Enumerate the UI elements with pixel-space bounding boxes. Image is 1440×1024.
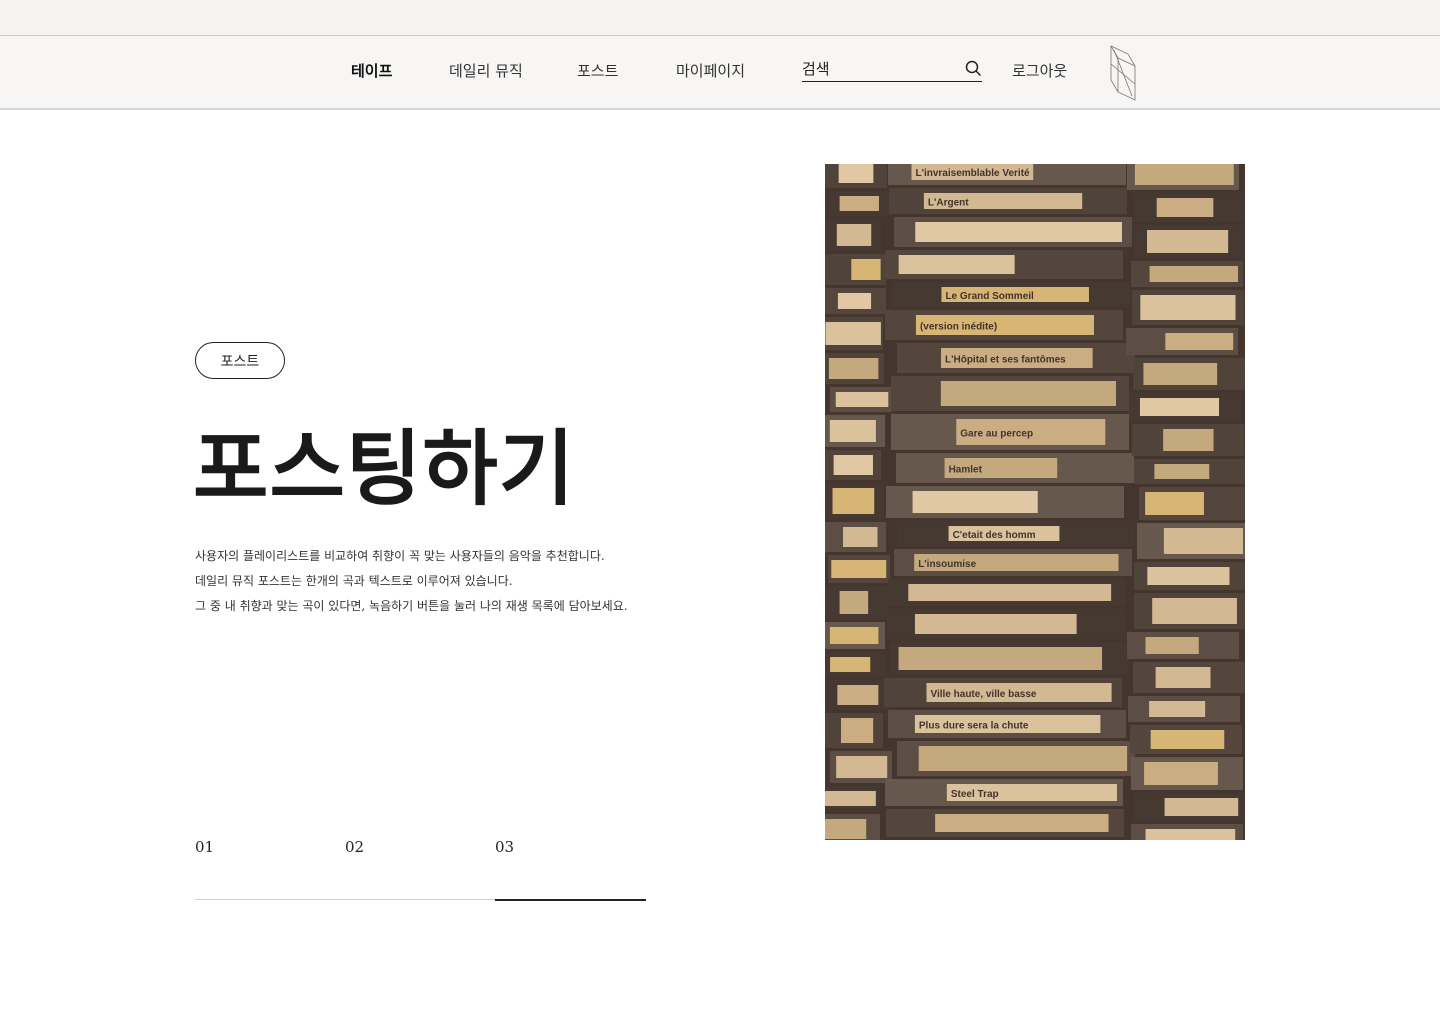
top-strip <box>0 0 1440 36</box>
step-progress-indicator <box>495 899 646 901</box>
nav-item-post[interactable]: 포스트 <box>577 60 618 81</box>
hero-description: 사용자의 플레이리스트를 비교하여 취향이 꼭 맞는 사용자들의 음악을 추천합… <box>195 544 655 619</box>
post-tag-pill: 포스트 <box>195 342 285 379</box>
step-01[interactable]: 01 <box>195 838 214 856</box>
vhs-tapes-photo: L'invraisemblable Verité L'Argent Le Grand… <box>825 164 1245 840</box>
vhs-tapes-image: L'invraisemblable VeritéL'ArgentLe Grand… <box>825 164 1245 840</box>
logo-icon[interactable] <box>1108 44 1138 102</box>
nav-item-daily-music[interactable]: 데일리 뮤직 <box>449 60 523 81</box>
post-tag-label: 포스트 <box>220 353 260 370</box>
navbar: 테이프 데일리 뮤직 포스트 마이페이지 로그아웃 <box>0 36 1440 110</box>
description-line: 사용자의 플레이리스트를 비교하여 취향이 꼭 맞는 사용자들의 음악을 추천합… <box>195 549 605 563</box>
photo-tint <box>825 164 1245 840</box>
step-03[interactable]: 03 <box>495 838 514 856</box>
step-02[interactable]: 02 <box>345 838 364 856</box>
search-icon[interactable] <box>965 60 982 77</box>
nav-item-mypage[interactable]: 마이페이지 <box>676 60 745 81</box>
nav-item-tape[interactable]: 테이프 <box>351 60 392 81</box>
search-box <box>802 58 982 82</box>
search-input[interactable] <box>802 58 962 80</box>
description-line: 데일리 뮤직 포스트는 한개의 곡과 텍스트로 이루어져 있습니다. <box>195 574 513 588</box>
description-line: 그 중 내 취향과 맞는 곡이 있다면, 녹음하기 버튼을 눌러 나의 재생 목… <box>195 599 628 613</box>
logout-button[interactable]: 로그아웃 <box>1012 60 1067 81</box>
page-title: 포스팅하기 <box>193 421 576 517</box>
